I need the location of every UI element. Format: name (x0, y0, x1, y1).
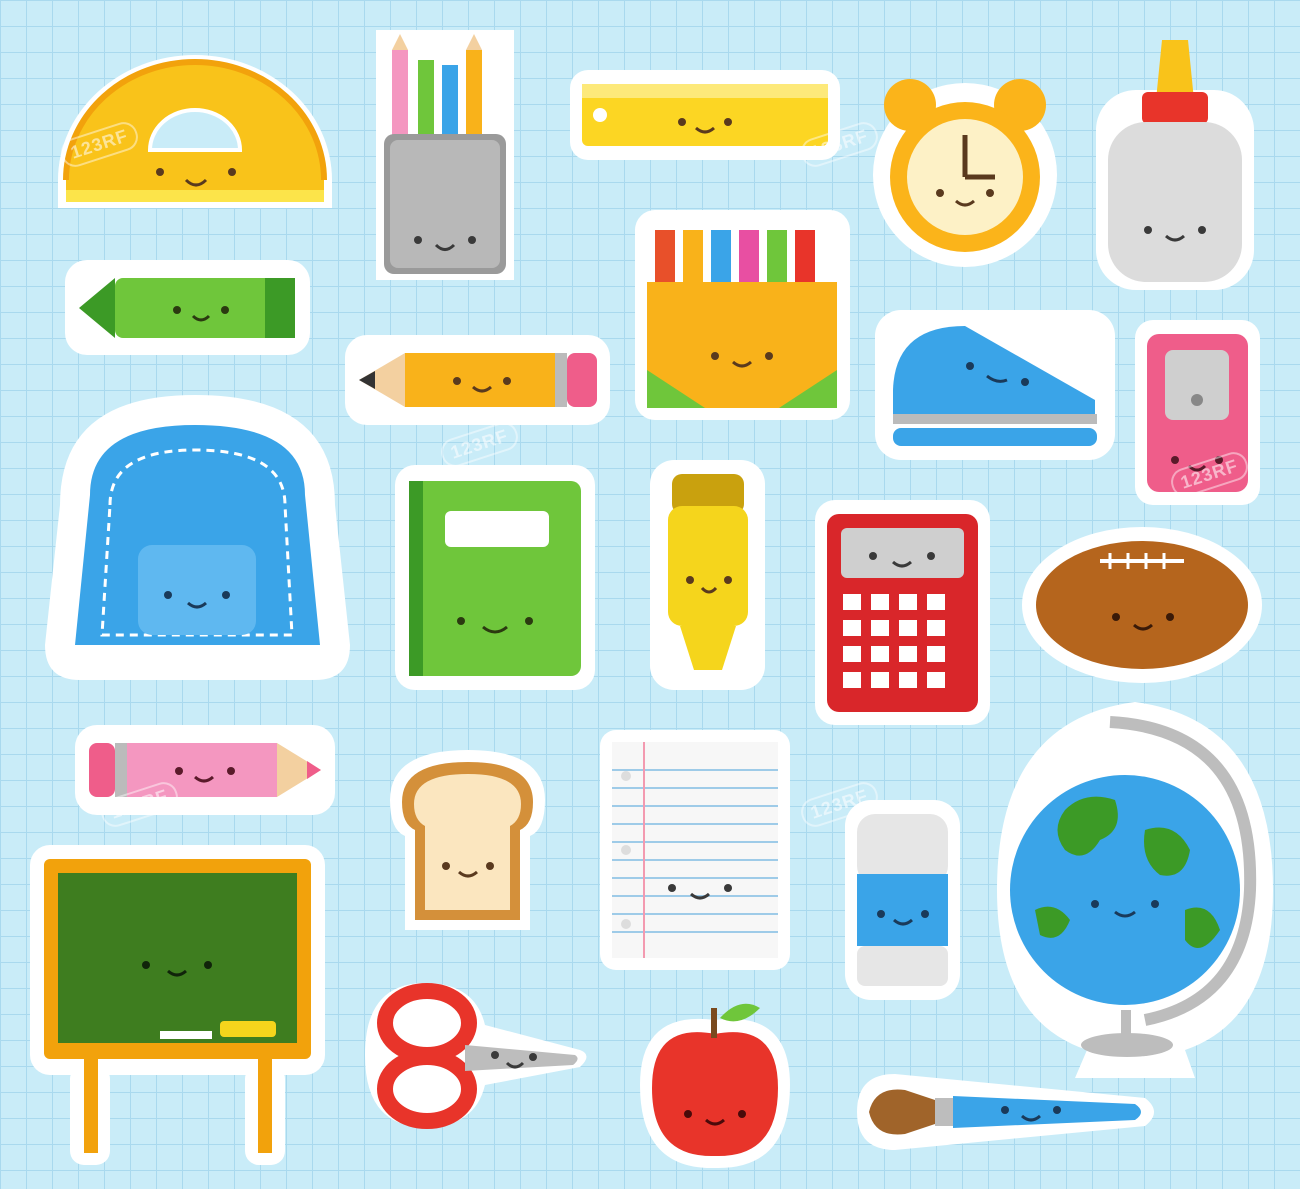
watermark: 123RF (437, 418, 522, 471)
pencil-icon (345, 335, 610, 425)
alarm-clock-icon (870, 65, 1060, 280)
glue-bottle-icon (1090, 30, 1260, 295)
backpack-icon (30, 385, 365, 685)
highlighter-icon (650, 460, 765, 690)
crayon-icon (65, 260, 310, 355)
scissors-icon (355, 975, 595, 1135)
ruler-icon (570, 70, 840, 160)
chalkboard-icon (30, 845, 325, 1165)
paintbrush-icon (845, 1060, 1165, 1165)
notebook-icon (395, 465, 595, 690)
toast-icon (380, 740, 555, 940)
eraser-icon (845, 800, 960, 1000)
stapler-icon (875, 310, 1115, 460)
protractor-icon (50, 30, 340, 220)
football-icon (1020, 525, 1265, 685)
pencil-cup-icon (370, 30, 520, 290)
globe-icon (995, 700, 1275, 1080)
crayon-box-icon (635, 210, 850, 420)
apple-icon (630, 990, 800, 1175)
paper-icon (600, 730, 790, 970)
calculator-icon (815, 500, 990, 725)
